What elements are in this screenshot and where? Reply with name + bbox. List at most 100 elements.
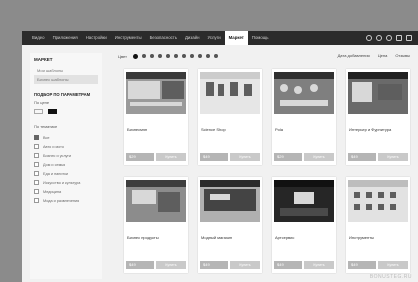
template-name[interactable]: Бизнес продукты <box>127 235 159 240</box>
topic-filter-label: Авто и мото <box>43 144 64 149</box>
template-card[interactable]: Бизнес продукты $49 Купить <box>124 177 188 273</box>
template-card[interactable]: Pola $29 Купить <box>272 69 336 165</box>
template-preview[interactable] <box>274 72 334 114</box>
template-name[interactable]: Модный магазин <box>201 235 232 240</box>
checkbox[interactable] <box>34 135 39 140</box>
topic-filter-item[interactable]: Бизнес и услуги <box>34 151 98 160</box>
sort-options: Дата добавления Цена Отзывы <box>338 51 410 61</box>
template-preview[interactable] <box>126 180 186 222</box>
buy-button[interactable]: Купить <box>156 153 186 161</box>
color-dot[interactable] <box>157 54 162 58</box>
color-dot[interactable] <box>141 54 146 58</box>
template-name[interactable]: Science Shop <box>201 127 226 132</box>
checkbox[interactable] <box>34 198 39 203</box>
help-icon[interactable] <box>376 35 382 41</box>
price-tag: $49 <box>274 261 302 269</box>
topnav-item-video[interactable]: Видео <box>28 31 49 45</box>
price-tag: $29 <box>126 153 154 161</box>
color-dot[interactable] <box>173 54 178 58</box>
color-dot[interactable] <box>181 54 186 58</box>
user-icon[interactable] <box>396 35 402 41</box>
color-dot[interactable] <box>189 54 194 58</box>
buy-button[interactable]: Купить <box>304 153 334 161</box>
checkbox[interactable] <box>34 180 39 185</box>
checkbox[interactable] <box>34 171 39 176</box>
template-card[interactable]: Инструменты $49 Купить <box>346 177 410 273</box>
topic-filter-label: Все <box>43 135 50 140</box>
topnav-item-help[interactable]: Помощь <box>248 31 273 45</box>
template-card[interactable]: Модный магазин $49 Купить <box>198 177 262 273</box>
checkbox[interactable] <box>34 144 39 149</box>
template-preview[interactable] <box>348 72 408 114</box>
color-dot[interactable] <box>213 54 218 58</box>
template-card[interactable]: Артсервис $49 Купить <box>272 177 336 273</box>
topic-filter-item[interactable]: Дом и семья <box>34 160 98 169</box>
template-card[interactable]: Science Shop $49 Купить <box>198 69 262 165</box>
topnav-item-security[interactable]: Безопасность <box>146 31 181 45</box>
template-preview[interactable] <box>200 72 260 114</box>
browser-screen: Видео Приложения Настройки Инструменты Б… <box>22 31 418 282</box>
color-dot[interactable] <box>149 54 154 58</box>
color-dots <box>132 53 218 59</box>
topic-filter-label: Медицина <box>43 189 62 194</box>
topnav-item-tools[interactable]: Инструменты <box>111 31 146 45</box>
topic-filter-item[interactable]: Искусство и культура <box>34 178 98 187</box>
sidebar: МАРКЕТ Мои шаблоны Бизнес шаблоны ПОДБОР… <box>30 53 102 279</box>
template-name[interactable]: Инструменты <box>349 235 374 240</box>
buy-button[interactable]: Купить <box>378 261 408 269</box>
template-preview[interactable] <box>126 72 186 114</box>
template-card[interactable]: Интерьер и Фурнитура $49 Купить <box>346 69 410 165</box>
color-filter-label: Цвет <box>118 53 127 59</box>
topnav-item-settings[interactable]: Настройки <box>82 31 111 45</box>
topic-filter-item[interactable]: Все <box>34 133 98 142</box>
sort-by-date[interactable]: Дата добавления <box>338 51 370 61</box>
topic-filter-label: Бизнес и услуги <box>43 153 72 158</box>
sidebar-title: МАРКЕТ <box>34 57 53 62</box>
price-swatch-dark[interactable] <box>48 109 57 114</box>
template-name[interactable]: Интерьер и Фурнитура <box>349 127 391 132</box>
price-tag: $49 <box>126 261 154 269</box>
topic-filter-item[interactable]: Еда и напитки <box>34 169 98 178</box>
topnav-item-design[interactable]: Дизайн <box>181 31 203 45</box>
color-dot[interactable] <box>197 54 202 58</box>
watermark: BONUSTEG.RU <box>369 274 412 280</box>
topnav-item-apps[interactable]: Приложения <box>49 31 82 45</box>
color-dot[interactable] <box>165 54 170 58</box>
results-toolbar: Цвет Дата добавления Цена Отзывы <box>118 51 414 61</box>
topnav-item-services[interactable]: Услуги <box>203 31 224 45</box>
checkbox[interactable] <box>34 189 39 194</box>
topic-filter-item[interactable]: Мода и развлечения <box>34 196 98 205</box>
template-preview[interactable] <box>200 180 260 222</box>
menu-icon[interactable] <box>406 35 412 41</box>
sort-by-reviews[interactable]: Отзывы <box>395 51 410 61</box>
sort-by-price[interactable]: Цена <box>378 51 388 61</box>
notifications-icon[interactable] <box>386 35 392 41</box>
price-tag: $49 <box>200 153 228 161</box>
checkbox[interactable] <box>34 162 39 167</box>
price-tag: $29 <box>274 153 302 161</box>
color-dot[interactable] <box>205 54 210 58</box>
template-preview[interactable] <box>348 180 408 222</box>
price-filter-label: По цене <box>34 100 50 105</box>
color-dot[interactable] <box>132 53 138 59</box>
buy-button[interactable]: Купить <box>304 261 334 269</box>
sidebar-link-business-templates[interactable]: Бизнес шаблоны <box>34 75 98 84</box>
buy-button[interactable]: Купить <box>378 153 408 161</box>
topics-filter-label: По тематике <box>34 124 58 129</box>
template-preview[interactable] <box>274 180 334 222</box>
topic-filter-item[interactable]: Авто и мото <box>34 142 98 151</box>
price-tag: $49 <box>348 153 376 161</box>
template-name[interactable]: Артсервис <box>275 235 294 240</box>
template-name[interactable]: Pola <box>275 127 283 132</box>
buy-button[interactable]: Купить <box>156 261 186 269</box>
settings-icon[interactable] <box>366 35 372 41</box>
topnav-item-market[interactable]: Маркет <box>224 31 248 45</box>
checkbox[interactable] <box>34 153 39 158</box>
template-card[interactable]: Бизнесмэн $29 Купить <box>124 69 188 165</box>
topic-filter-item[interactable]: Медицина <box>34 187 98 196</box>
buy-button[interactable]: Купить <box>230 153 260 161</box>
price-swatch-light[interactable] <box>34 109 43 114</box>
template-name[interactable]: Бизнесмэн <box>127 127 147 132</box>
buy-button[interactable]: Купить <box>230 261 260 269</box>
sidebar-link-my-templates[interactable]: Мои шаблоны <box>34 66 98 75</box>
